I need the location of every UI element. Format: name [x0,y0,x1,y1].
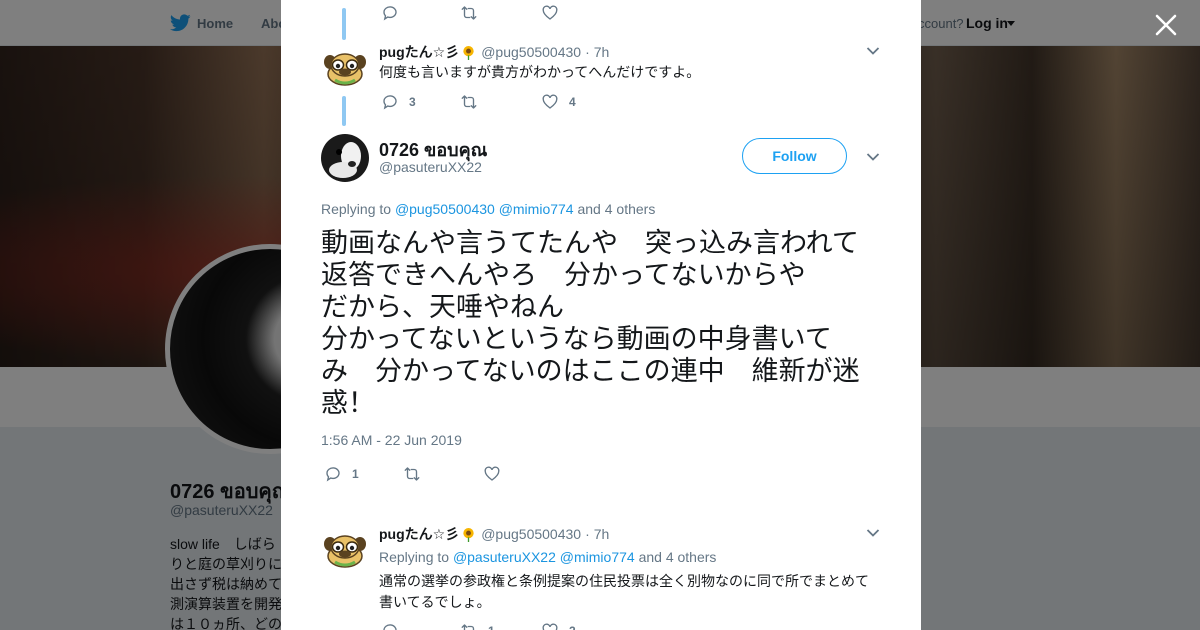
chevron-down-icon[interactable] [866,152,880,162]
like-icon [542,94,558,109]
like-action[interactable] [483,465,501,483]
tweet-time[interactable]: 7h [594,44,610,60]
thread-connector [342,96,346,126]
reply-count: 1 [352,467,359,481]
reply-icon [326,467,340,482]
meta-separator: · [585,44,590,60]
tweet-author-handle[interactable]: @pug50500430 [481,44,581,60]
reply-action[interactable] [381,4,399,22]
mention-link[interactable]: @mimio774 [560,549,635,565]
replying-prefix: Replying to [379,549,450,565]
like-icon [542,623,558,630]
retweet-icon [461,624,475,630]
avatar[interactable] [321,44,369,92]
tweet-author-name[interactable]: pugたん☆彡 [379,42,459,62]
retweet-action[interactable] [460,4,478,22]
mention-link[interactable]: @pasuteruXX22 [453,549,556,565]
reply-action[interactable]: 3 [381,93,416,111]
tweet-header: pugたん☆彡 @pug50500430 · 7h [379,42,609,62]
retweet-count: 1 [488,624,495,630]
retweet-icon [404,467,420,481]
mention-link[interactable]: @mimio774 [499,201,574,217]
like-icon [542,5,558,20]
reply-count: 3 [409,95,416,109]
reply-action[interactable] [381,622,399,630]
follow-button[interactable]: Follow [742,138,847,174]
pug-avatar-icon [321,526,369,574]
like-count: 2 [569,624,576,630]
reply-icon [383,624,397,630]
chevron-down-icon[interactable] [866,528,880,538]
like-count: 4 [569,95,576,109]
main-tweet-avatar[interactable] [321,134,369,182]
retweet-action[interactable] [403,465,421,483]
replying-prefix: Replying to [321,201,392,217]
tweet-author-name[interactable]: pugたん☆彡 [379,524,459,544]
sunflower-icon [463,45,474,60]
dog-avatar-icon [321,134,369,182]
main-tweet-text: 動画なんや言うてたんや 突っ込み言われて 返答できへんやろ 分かってないからや … [321,228,860,418]
tweet-time[interactable]: 7h [594,526,610,542]
replying-others[interactable]: and 4 others [639,549,717,565]
tweet-text: 何度も言いますが貴方がわかってへんだけですよ。 [379,64,701,80]
reply-action[interactable]: 1 [324,465,359,483]
like-action[interactable] [541,4,559,22]
retweet-action[interactable]: 1 [460,622,495,630]
tweet-text: 通常の選挙の参政権と条例提案の住民投票は全く別物なのに同で所でまとめて 書いてる… [379,573,869,610]
close-icon[interactable] [1154,13,1178,37]
mention-link[interactable]: @pug50500430 [395,201,495,217]
pug-avatar-icon [321,44,369,92]
retweet-icon [461,6,477,20]
avatar[interactable] [321,526,369,574]
like-icon [484,466,500,481]
retweet-action[interactable] [460,93,478,111]
main-tweet-author-handle[interactable]: @pasuteruXX22 [379,159,482,175]
like-action[interactable]: 2 [541,622,576,630]
tweet-author-handle[interactable]: @pug50500430 [481,526,581,542]
sunflower-icon [463,527,474,542]
thread-connector [342,8,346,40]
replying-to: Replying to @pasuteruXX22 @mimio774 and … [379,549,716,565]
reply-icon [383,6,397,21]
tweet-header: pugたん☆彡 @pug50500430 · 7h [379,524,609,544]
replying-to: Replying to @pug50500430 @mimio774 and 4… [321,201,655,217]
replying-others[interactable]: and 4 others [577,201,655,217]
chevron-down-icon[interactable] [866,46,880,56]
like-action[interactable]: 4 [541,93,576,111]
reply-icon [383,95,397,110]
meta-separator: · [585,526,590,542]
retweet-icon [461,95,477,109]
main-tweet-timestamp[interactable]: 1:56 AM - 22 Jun 2019 [321,432,462,448]
